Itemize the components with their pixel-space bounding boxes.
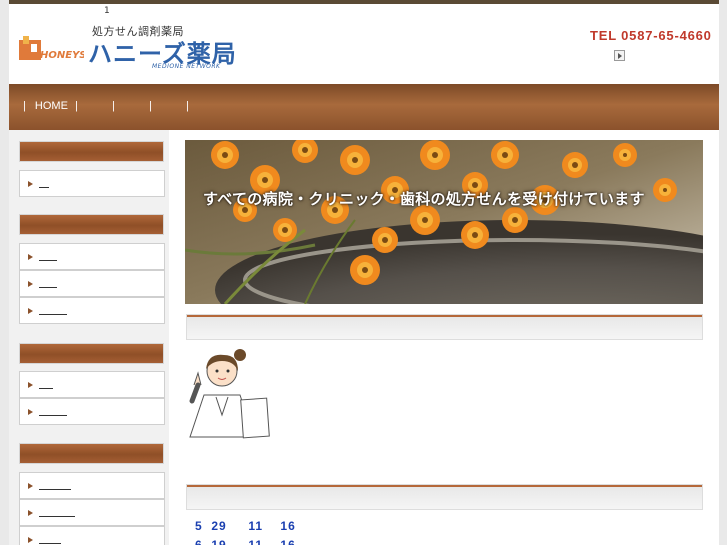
pharmacist-illustration: [189, 349, 270, 439]
right-gutter: [719, 0, 727, 545]
section-heading-bar-2: [186, 484, 703, 510]
sidebar-item[interactable]: [19, 499, 165, 526]
section-heading-bar-1: [186, 314, 703, 340]
logo-network: MEDIONE NETWORK: [152, 63, 221, 70]
sidebar-heading-1: [19, 141, 164, 162]
phone-number: TEL 0587-65-4660: [590, 28, 712, 43]
sidebar-item[interactable]: [19, 297, 165, 324]
arrow-right-icon: [28, 181, 33, 187]
news-item: 6 19 11 16: [195, 538, 296, 545]
logo-brand-text: HONEYS: [40, 50, 84, 61]
sidebar-item[interactable]: [19, 526, 165, 545]
arrow-right-icon: [28, 483, 33, 489]
sidebar-item[interactable]: [19, 472, 165, 499]
hero-caption: すべての病院・クリニック・歯科の処方せんを受け付けています: [203, 190, 645, 208]
sidebar-item[interactable]: [19, 243, 165, 270]
top-strip: [0, 0, 727, 4]
arrow-right-icon: [28, 254, 33, 260]
arrow-right-icon: [28, 308, 33, 314]
arrow-right-icon: [28, 510, 33, 516]
honeys-logo-mark[interactable]: HONEYS: [18, 34, 84, 62]
sidebar-item[interactable]: [19, 270, 165, 297]
hero-flowers-image: [185, 140, 703, 304]
page: 1 処方せん調剤薬局 HONEYS ハニーズ薬局 MEDIONE NETWORK…: [0, 0, 727, 545]
play-button[interactable]: [614, 50, 625, 61]
news-item: 5 29 11 16: [195, 519, 296, 533]
nav-home[interactable]: HOME: [35, 100, 68, 112]
sidebar-heading-3: [19, 343, 164, 364]
arrow-right-icon: [28, 409, 33, 415]
hero-banner: すべての病院・クリニック・歯科の処方せんを受け付けています: [185, 140, 703, 304]
arrow-right-icon: [28, 382, 33, 388]
main-nav: | HOME | | | |: [9, 84, 719, 130]
left-gutter: [0, 0, 9, 545]
sidebar-item[interactable]: [19, 170, 165, 197]
arrow-right-icon: [28, 537, 33, 543]
sidebar-item[interactable]: [19, 371, 165, 398]
header-tiny-text: 1: [104, 6, 110, 16]
sidebar-heading-2: [19, 214, 164, 235]
sidebar-item[interactable]: [19, 398, 165, 425]
sidebar-heading-4: [19, 443, 164, 464]
arrow-right-icon: [28, 281, 33, 287]
